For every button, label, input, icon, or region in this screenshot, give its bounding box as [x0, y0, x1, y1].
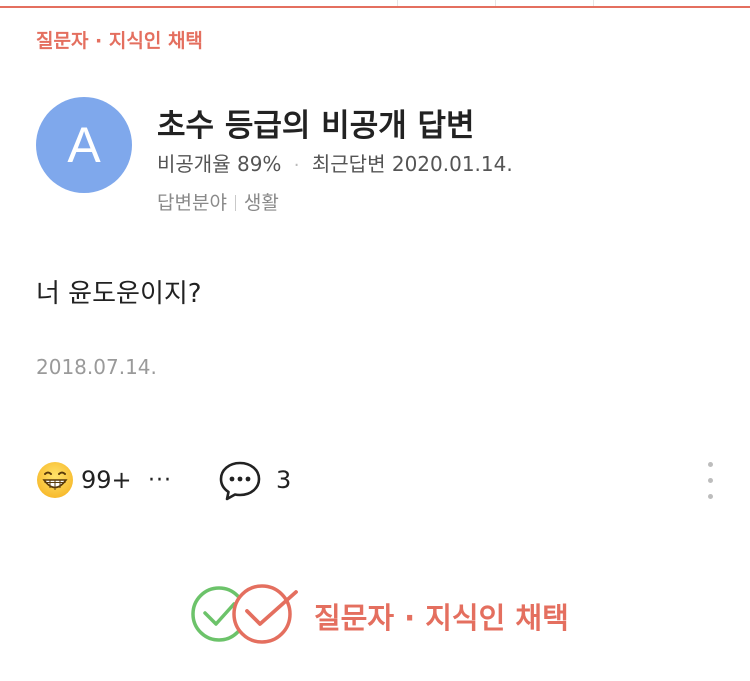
field-label: 답변분야 — [157, 192, 227, 214]
answer-date: 2018.07.14. — [36, 355, 157, 379]
private-rate-value: 89% — [236, 152, 282, 176]
selection-label: 질문자 · 지식인 채택 — [314, 601, 569, 635]
grinning-face-icon[interactable] — [36, 461, 74, 499]
accent-line — [0, 6, 750, 8]
separator-dot: · — [293, 155, 300, 176]
answerer-name[interactable]: 초수 등급의 비공개 답변 — [157, 100, 475, 145]
selected-badge: 질문자 · 지식인 채택 — [36, 30, 203, 52]
comment-count: 3 — [276, 466, 292, 494]
more-reactions-button[interactable]: ··· — [148, 468, 172, 493]
avatar[interactable]: A — [36, 97, 132, 193]
recent-answer-date: 2020.01.14. — [391, 152, 513, 176]
double-check-circles-icon — [191, 584, 298, 644]
field-separator — [234, 195, 236, 211]
action-bar: 99+ ··· 3 — [36, 460, 726, 502]
speech-bubble-icon[interactable] — [218, 460, 262, 502]
answer-text: 너 윤도운이지? — [36, 279, 202, 309]
vertical-dots-icon[interactable] — [704, 462, 716, 502]
answerer-stats: 비공개율 89% · 최근답변 2020.01.14. — [157, 148, 513, 177]
answer-field: 답변분야 생활 — [157, 188, 279, 215]
field-value[interactable]: 생활 — [244, 192, 279, 214]
top-tab-strip — [0, 0, 750, 8]
private-rate-label: 비공개율 — [157, 152, 231, 176]
selection-badge: 질문자 · 지식인 채택 — [190, 580, 590, 648]
reaction-count: 99+ — [81, 466, 132, 494]
recent-answer-label: 최근답변 — [311, 152, 386, 176]
